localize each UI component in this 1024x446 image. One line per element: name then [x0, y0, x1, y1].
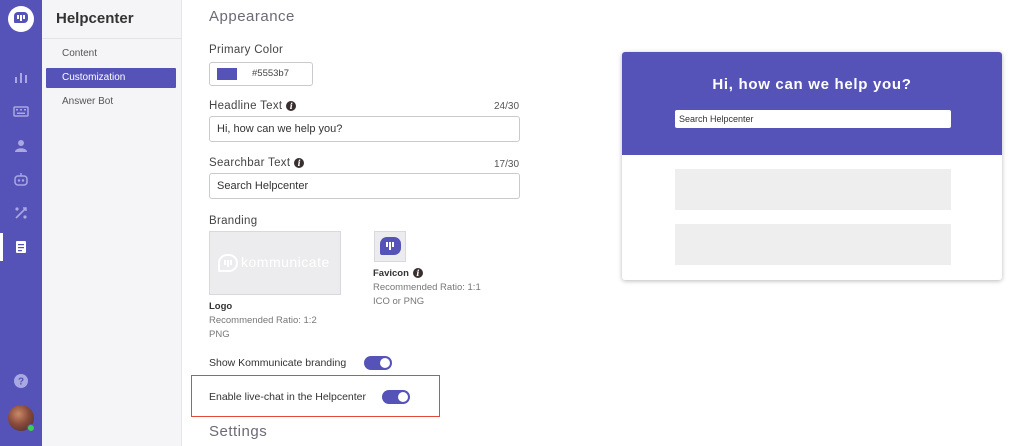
- subnav-item-customization[interactable]: Customization: [46, 68, 176, 88]
- subnav-item-answer-bot[interactable]: Answer Bot: [46, 92, 176, 112]
- headline-text-input[interactable]: Hi, how can we help you?: [209, 116, 520, 142]
- icon-rail: ?: [0, 0, 42, 446]
- bar-chart-icon[interactable]: [12, 68, 30, 86]
- bot-icon[interactable]: [12, 171, 30, 189]
- searchbar-char-count: 17/30: [494, 159, 520, 170]
- section-title: Helpcenter: [56, 10, 134, 27]
- helpcenter-preview: Hi, how can we help you? Search Helpcent…: [622, 52, 1002, 280]
- favicon-ratio: Recommended Ratio: 1:1: [373, 282, 481, 293]
- logo-title: Logo: [209, 301, 233, 312]
- svg-text:?: ?: [18, 377, 24, 388]
- searchbar-text-label-text: Searchbar Text: [209, 157, 291, 169]
- logo-format: PNG: [209, 329, 230, 340]
- headline-text-label-text: Headline Text: [209, 100, 283, 112]
- show-branding-label: Show Kommunicate branding: [209, 357, 347, 369]
- favicon-upload[interactable]: [374, 231, 406, 262]
- preview-headline: Hi, how can we help you?: [712, 76, 912, 93]
- subnav-divider: [42, 38, 182, 39]
- live-chat-label: Enable live-chat in the Helpcenter: [209, 391, 367, 403]
- appearance-heading: Appearance: [209, 8, 295, 25]
- user-avatar[interactable]: [8, 405, 35, 432]
- preview-article-card: [675, 224, 951, 265]
- integrations-icon[interactable]: [12, 204, 30, 222]
- settings-heading: Settings: [209, 423, 268, 440]
- helpcenter-icon[interactable]: [12, 238, 30, 256]
- preview-search-bar[interactable]: Search Helpcenter: [675, 110, 951, 128]
- info-icon[interactable]: i: [286, 100, 297, 111]
- show-branding-toggle[interactable]: [364, 356, 392, 370]
- live-chat-toggle[interactable]: [382, 390, 410, 404]
- active-indicator: [0, 233, 3, 261]
- headline-text-label: Headline Text i: [209, 100, 297, 112]
- info-icon[interactable]: i: [412, 268, 423, 279]
- primary-color-label: Primary Color: [209, 44, 284, 56]
- primary-color-picker[interactable]: #5553b7: [209, 62, 313, 86]
- preview-hero: [622, 52, 1002, 155]
- users-icon[interactable]: [12, 137, 30, 155]
- subnav-item-content[interactable]: Content: [46, 44, 176, 64]
- kommunicate-logo-icon: [218, 254, 238, 272]
- help-icon[interactable]: ?: [12, 372, 30, 390]
- color-swatch: [217, 68, 237, 80]
- logo-ratio: Recommended Ratio: 1:2: [209, 315, 317, 326]
- online-status-dot: [27, 424, 35, 432]
- helpcenter-subnav: Helpcenter Content Customization Answer …: [42, 0, 182, 446]
- toggle-knob: [380, 358, 390, 368]
- preview-article-card: [675, 169, 951, 210]
- chat-logo-icon[interactable]: [8, 6, 34, 32]
- info-icon[interactable]: i: [294, 157, 305, 168]
- favicon-title-text: Favicon: [373, 268, 409, 279]
- keyboard-icon[interactable]: [12, 103, 30, 121]
- branding-label: Branding: [209, 215, 258, 227]
- customization-form: Appearance Primary Color #5553b7 Headlin…: [183, 0, 603, 446]
- searchbar-text-label: Searchbar Text i: [209, 157, 305, 169]
- logo-upload[interactable]: kommunicate: [209, 231, 341, 295]
- toggle-knob: [398, 392, 408, 402]
- color-hex-value: #5553b7: [252, 68, 289, 79]
- headline-char-count: 24/30: [494, 101, 520, 112]
- favicon-chat-icon: [380, 237, 401, 255]
- logo-wordmark: kommunicate: [241, 254, 330, 270]
- favicon-title: Favicon i: [373, 268, 423, 279]
- favicon-format: ICO or PNG: [373, 296, 425, 307]
- searchbar-text-input[interactable]: Search Helpcenter: [209, 173, 520, 199]
